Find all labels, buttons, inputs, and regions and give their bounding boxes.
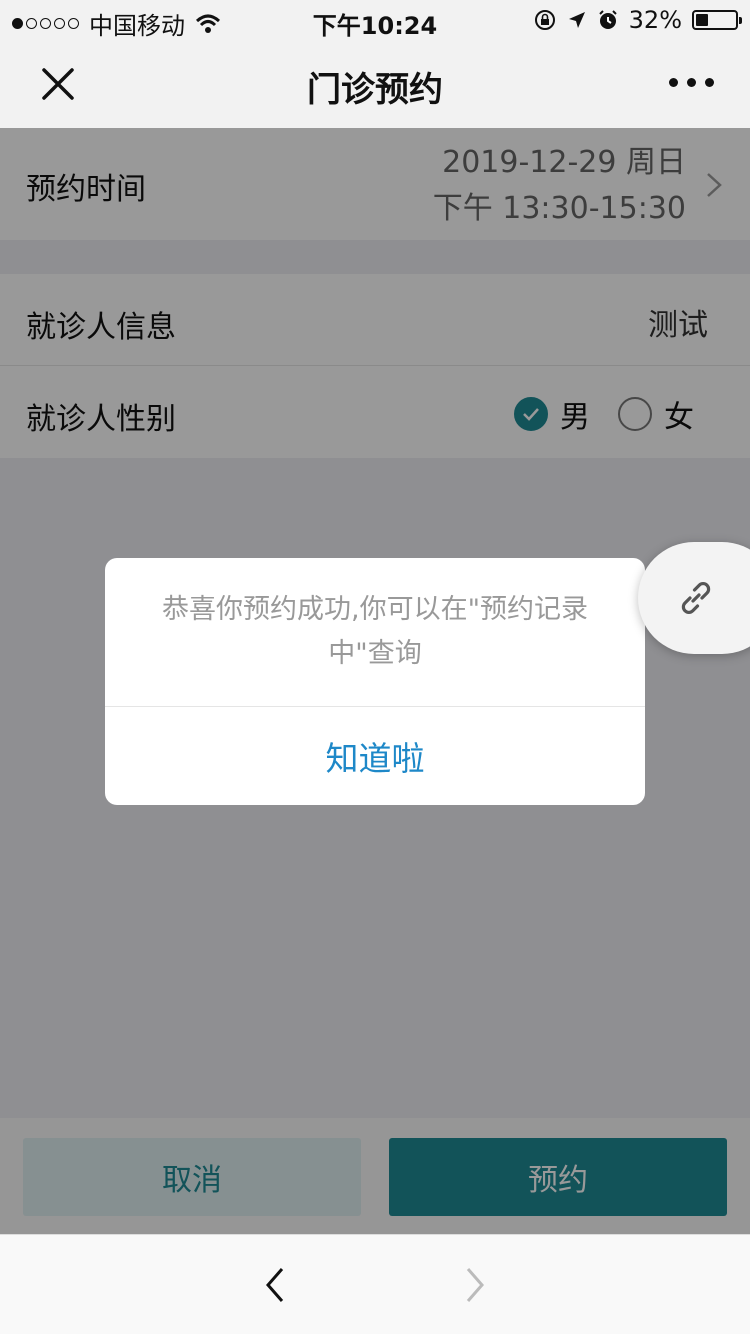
more-icon[interactable] <box>669 78 714 87</box>
alarm-icon <box>598 10 617 29</box>
location-icon <box>568 12 585 28</box>
forward-arrow-icon[interactable] <box>460 1265 490 1305</box>
page-title: 门诊预约 <box>307 70 443 110</box>
battery-icon <box>692 10 742 30</box>
browser-toolbar <box>0 1234 750 1334</box>
link-icon <box>681 582 711 614</box>
back-arrow-icon[interactable] <box>260 1265 290 1305</box>
battery-percent: 32% <box>628 6 682 34</box>
dialog-confirm-button[interactable]: 知道啦 <box>105 707 645 805</box>
dialog-message: 恭喜你预约成功,你可以在"预约记录中"查询 <box>161 594 588 669</box>
status-right: 32% <box>533 6 742 34</box>
floating-link-button[interactable] <box>638 542 750 654</box>
success-dialog: 恭喜你预约成功,你可以在"预约记录中"查询 知道啦 <box>105 558 645 805</box>
nav-bar: 门诊预约 <box>0 40 750 128</box>
status-bar: 中国移动 下午10:24 32% <box>0 0 750 40</box>
orientation-lock-icon <box>534 10 555 30</box>
